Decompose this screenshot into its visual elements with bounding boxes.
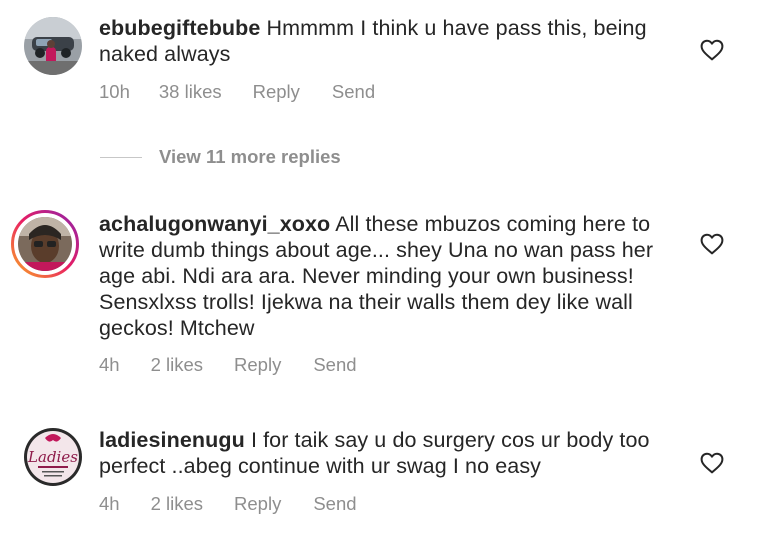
- view-more-replies[interactable]: View 11 more replies: [100, 145, 341, 169]
- comment-username[interactable]: achalugonwanyi_xoxo: [99, 212, 330, 236]
- reply-button[interactable]: Reply: [234, 493, 281, 515]
- view-replies-label[interactable]: View 11 more replies: [159, 146, 341, 168]
- comment-likes[interactable]: 38 likes: [159, 81, 222, 103]
- comment-text-block: achalugonwanyi_xoxo All these mbuzos com…: [99, 211, 689, 341]
- comment-time: 4h: [99, 354, 120, 375]
- heart-icon[interactable]: [700, 452, 724, 474]
- comment-username[interactable]: ebubegiftebube: [99, 16, 260, 40]
- comment-meta: 4h 2 likes Reply Send: [99, 354, 357, 376]
- avatar[interactable]: [24, 17, 82, 75]
- send-button[interactable]: Send: [332, 81, 375, 103]
- comment-likes[interactable]: 2 likes: [151, 354, 203, 376]
- comment-likes[interactable]: 2 likes: [151, 493, 203, 515]
- reply-button[interactable]: Reply: [253, 81, 300, 103]
- comment-time: 4h: [99, 493, 120, 514]
- send-button[interactable]: Send: [313, 493, 356, 515]
- comment-time: 10h: [99, 81, 130, 102]
- heart-icon[interactable]: [700, 233, 724, 255]
- reply-button[interactable]: Reply: [234, 354, 281, 376]
- avatar[interactable]: Ladies: [24, 428, 82, 486]
- replies-divider: [100, 156, 142, 158]
- heart-icon[interactable]: [700, 39, 724, 61]
- comment-text-block: ladiesinenugu I for taik say u do surger…: [99, 427, 689, 479]
- send-button[interactable]: Send: [313, 354, 356, 376]
- comment-meta: 4h 2 likes Reply Send: [99, 493, 357, 515]
- comment-username[interactable]: ladiesinenugu: [99, 428, 245, 452]
- comment-meta: 10h 38 likes Reply Send: [99, 81, 375, 103]
- avatar-logo-text: Ladies: [27, 448, 78, 466]
- avatar[interactable]: [11, 210, 79, 278]
- comment-text-block: ebubegiftebube Hmmmm I think u have pass…: [99, 15, 689, 67]
